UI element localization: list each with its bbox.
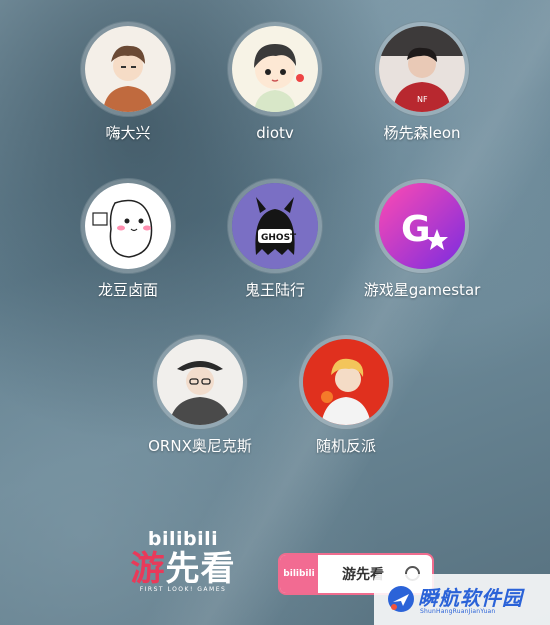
watermark-subtitle: ShunHangRuanJianYuan: [420, 608, 496, 615]
creator-card[interactable]: GHOST 鬼王陆行: [195, 179, 355, 299]
creator-name: 游戏星gamestar: [363, 281, 481, 299]
creator-name: 杨先森leon: [383, 124, 461, 142]
svg-text:NF: NF: [417, 95, 428, 104]
cartoon-boy-avatar-icon[interactable]: [228, 22, 322, 116]
blond-villain-avatar-icon[interactable]: [299, 335, 393, 429]
svg-text:G: G: [401, 209, 431, 250]
creator-card[interactable]: 龙豆卤面: [48, 179, 208, 299]
creator-name: diotv: [256, 124, 294, 142]
creator-name: ORNX奥尼克斯: [148, 437, 252, 455]
hat-glasses-avatar-icon[interactable]: [153, 335, 247, 429]
creator-name: 随机反派: [315, 437, 376, 455]
watermark-title: 瞬航软件园: [418, 586, 523, 610]
creator-name: 嗨大兴: [105, 124, 151, 142]
man-red-hoodie-avatar-icon[interactable]: NF: [375, 22, 469, 116]
creator-card[interactable]: diotv: [195, 22, 355, 142]
creator-card[interactable]: NF 杨先森leon: [342, 22, 502, 142]
brand-main-text: 游先看: [118, 550, 248, 588]
plane-logo-icon: [388, 586, 414, 612]
brand-logo: bilibili 游先看 FIRST LOOK! GAMES: [118, 528, 248, 593]
site-watermark: 瞬航软件园 ShunHangRuanJianYuan: [374, 574, 550, 625]
doodle-character-avatar-icon[interactable]: [81, 179, 175, 273]
brand-main-part-1: 游: [130, 549, 166, 589]
anime-boy-avatar-icon[interactable]: [81, 22, 175, 116]
creator-name: 鬼王陆行: [244, 281, 305, 299]
brand-top-text: bilibili: [147, 528, 219, 550]
gamestar-logo-avatar-icon[interactable]: G: [375, 179, 469, 273]
creator-card[interactable]: 随机反派: [266, 335, 426, 455]
creator-card[interactable]: G 游戏星gamestar: [342, 179, 502, 299]
creator-name: 龙豆卤面: [97, 281, 158, 299]
creator-card[interactable]: ORNX奥尼克斯: [120, 335, 280, 455]
svg-text:GHOST: GHOST: [261, 233, 297, 243]
ghost-devil-avatar-icon[interactable]: GHOST: [228, 179, 322, 273]
brand-main-part-2: 先看: [165, 549, 236, 589]
creator-card[interactable]: 嗨大兴: [48, 22, 208, 142]
bilibili-logo-icon: bilibili: [280, 555, 318, 593]
